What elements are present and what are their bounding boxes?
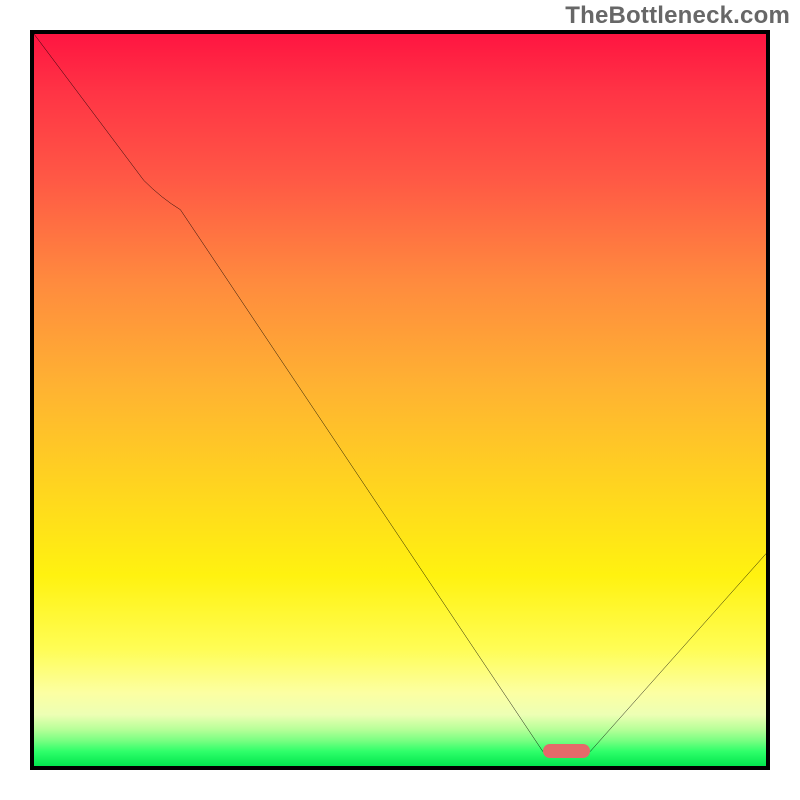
bottleneck-curve bbox=[34, 34, 766, 751]
bottleneck-curve-svg bbox=[34, 34, 766, 766]
optimal-pill bbox=[543, 744, 591, 758]
chart-wrapper: TheBottleneck.com bbox=[0, 0, 800, 800]
plot-area bbox=[30, 30, 770, 770]
watermark-text: TheBottleneck.com bbox=[565, 2, 790, 30]
